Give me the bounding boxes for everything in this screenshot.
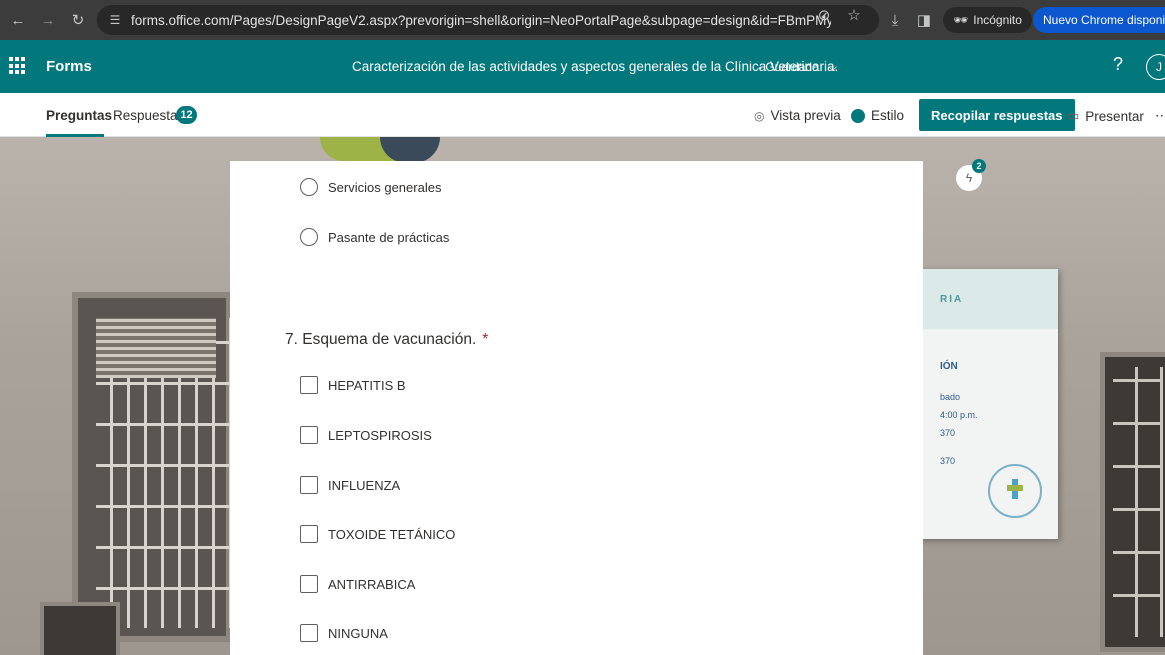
- eye-icon: ◎: [754, 108, 765, 123]
- browser-toolbar: ← → ↻ ☰ forms.office.com/Pages/DesignPag…: [0, 0, 1165, 40]
- incognito-label: Incógnito: [973, 13, 1022, 27]
- app-launcher-icon[interactable]: [9, 57, 27, 75]
- preview-button[interactable]: ◎ Vista previa: [754, 108, 841, 123]
- option-label: Servicios generales: [328, 179, 442, 195]
- address-bar[interactable]: ☰ forms.office.com/Pages/DesignPageV2.as…: [97, 5, 879, 35]
- barred-window: [72, 292, 236, 642]
- option-label: HEPATITIS B: [328, 377, 406, 393]
- checkbox[interactable]: [300, 476, 318, 494]
- checkbox-option[interactable]: LEPTOSPIROSIS: [300, 426, 432, 444]
- clinic-sign: RIA IÓN bado 4:00 p.m. 370 370: [918, 269, 1058, 539]
- checkbox[interactable]: [300, 575, 318, 593]
- option-label: ANTIRRABICA: [328, 576, 416, 592]
- sign-text-1: RIA: [940, 294, 964, 305]
- sign-schedule: bado 4:00 p.m. 370 370: [940, 392, 978, 466]
- clinic-seal-icon: [988, 464, 1042, 518]
- incognito-indicator[interactable]: 🕶 Incógnito: [943, 7, 1032, 33]
- option-label: NINGUNA: [328, 625, 388, 641]
- help-icon[interactable]: ?: [1113, 54, 1123, 75]
- preview-label: Vista previa: [770, 108, 841, 123]
- checkbox[interactable]: [300, 525, 318, 543]
- sign-text-2: IÓN: [940, 361, 958, 372]
- checkbox-option[interactable]: ANTIRRABICA: [300, 575, 415, 593]
- tab-bar: Preguntas Respuestas 12 ◎ Vista previa E…: [0, 93, 1165, 137]
- present-icon: ▭: [1067, 108, 1080, 123]
- update-label: Nuevo Chrome disponible: [1043, 13, 1165, 27]
- question-title: 7. Esquema de vacunación. *: [285, 331, 488, 349]
- radio-button[interactable]: [300, 228, 318, 246]
- radio-option[interactable]: Pasante de prácticas: [300, 228, 449, 246]
- download-icon[interactable]: ⤓: [886, 11, 904, 29]
- checkbox[interactable]: [300, 376, 318, 394]
- forms-header: Forms Caracterización de las actividades…: [0, 40, 1165, 93]
- incognito-icon: 🕶: [953, 13, 969, 27]
- checkbox-option[interactable]: TOXOIDE TETÁNICO: [300, 525, 455, 543]
- save-status[interactable]: - Guardado ⌵: [758, 60, 837, 75]
- style-button[interactable]: Estilo: [851, 108, 904, 123]
- ideas-lightbulb-icon[interactable]: ϟ 2: [956, 159, 986, 191]
- back-icon[interactable]: ←: [6, 8, 30, 32]
- present-label: Presentar: [1085, 108, 1144, 124]
- checkbox[interactable]: [300, 426, 318, 444]
- app-name[interactable]: Forms: [46, 58, 92, 75]
- style-label: Estilo: [871, 108, 905, 123]
- chevron-down-icon: ⌵: [828, 60, 838, 74]
- site-info-icon[interactable]: ☰: [107, 12, 123, 28]
- option-label: LEPTOSPIROSIS: [328, 427, 432, 443]
- avatar[interactable]: J: [1146, 54, 1165, 80]
- update-chrome-button[interactable]: Nuevo Chrome disponible: [1033, 7, 1165, 33]
- side-panel-icon[interactable]: ◨: [915, 11, 933, 29]
- collect-responses-button[interactable]: Recopilar respuestas: [919, 99, 1075, 131]
- more-options-icon[interactable]: ⋯: [1155, 108, 1165, 124]
- present-button[interactable]: ▭ Presentar: [1067, 108, 1144, 124]
- checkbox-option[interactable]: NINGUNA: [300, 624, 388, 642]
- option-label: INFLUENZA: [328, 477, 401, 493]
- forward-icon[interactable]: →: [36, 8, 60, 32]
- option-label: Pasante de prácticas: [328, 229, 450, 245]
- palette-icon: [851, 108, 865, 123]
- checkbox-option[interactable]: INFLUENZA: [300, 476, 400, 494]
- ideas-count-badge: 2: [972, 159, 986, 173]
- bookmark-star-icon[interactable]: ☆: [845, 6, 863, 24]
- tab-responses[interactable]: Respuestas: [113, 108, 184, 123]
- lower-window: [40, 602, 120, 655]
- responses-count-badge: 12: [176, 106, 197, 124]
- reload-icon[interactable]: ↻: [66, 8, 90, 32]
- question-text: 7. Esquema de vacunación.: [285, 331, 477, 348]
- eye-off-icon[interactable]: ⊘: [815, 6, 833, 24]
- url-text: forms.office.com/Pages/DesignPageV2.aspx…: [131, 12, 831, 28]
- save-status-label: - Guardado: [758, 60, 819, 74]
- checkbox-option[interactable]: HEPATITIS B: [300, 376, 406, 394]
- collect-label: Recopilar respuestas: [931, 107, 1063, 123]
- option-label: TOXOIDE TETÁNICO: [328, 526, 456, 542]
- tab-questions[interactable]: Preguntas: [46, 108, 112, 123]
- radio-option[interactable]: Servicios generales: [300, 178, 441, 196]
- form-card: Servicios generales Pasante de prácticas…: [230, 161, 923, 655]
- radio-button[interactable]: [300, 178, 318, 196]
- barred-door: [1100, 352, 1165, 652]
- checkbox[interactable]: [300, 624, 318, 642]
- required-marker: *: [482, 331, 489, 348]
